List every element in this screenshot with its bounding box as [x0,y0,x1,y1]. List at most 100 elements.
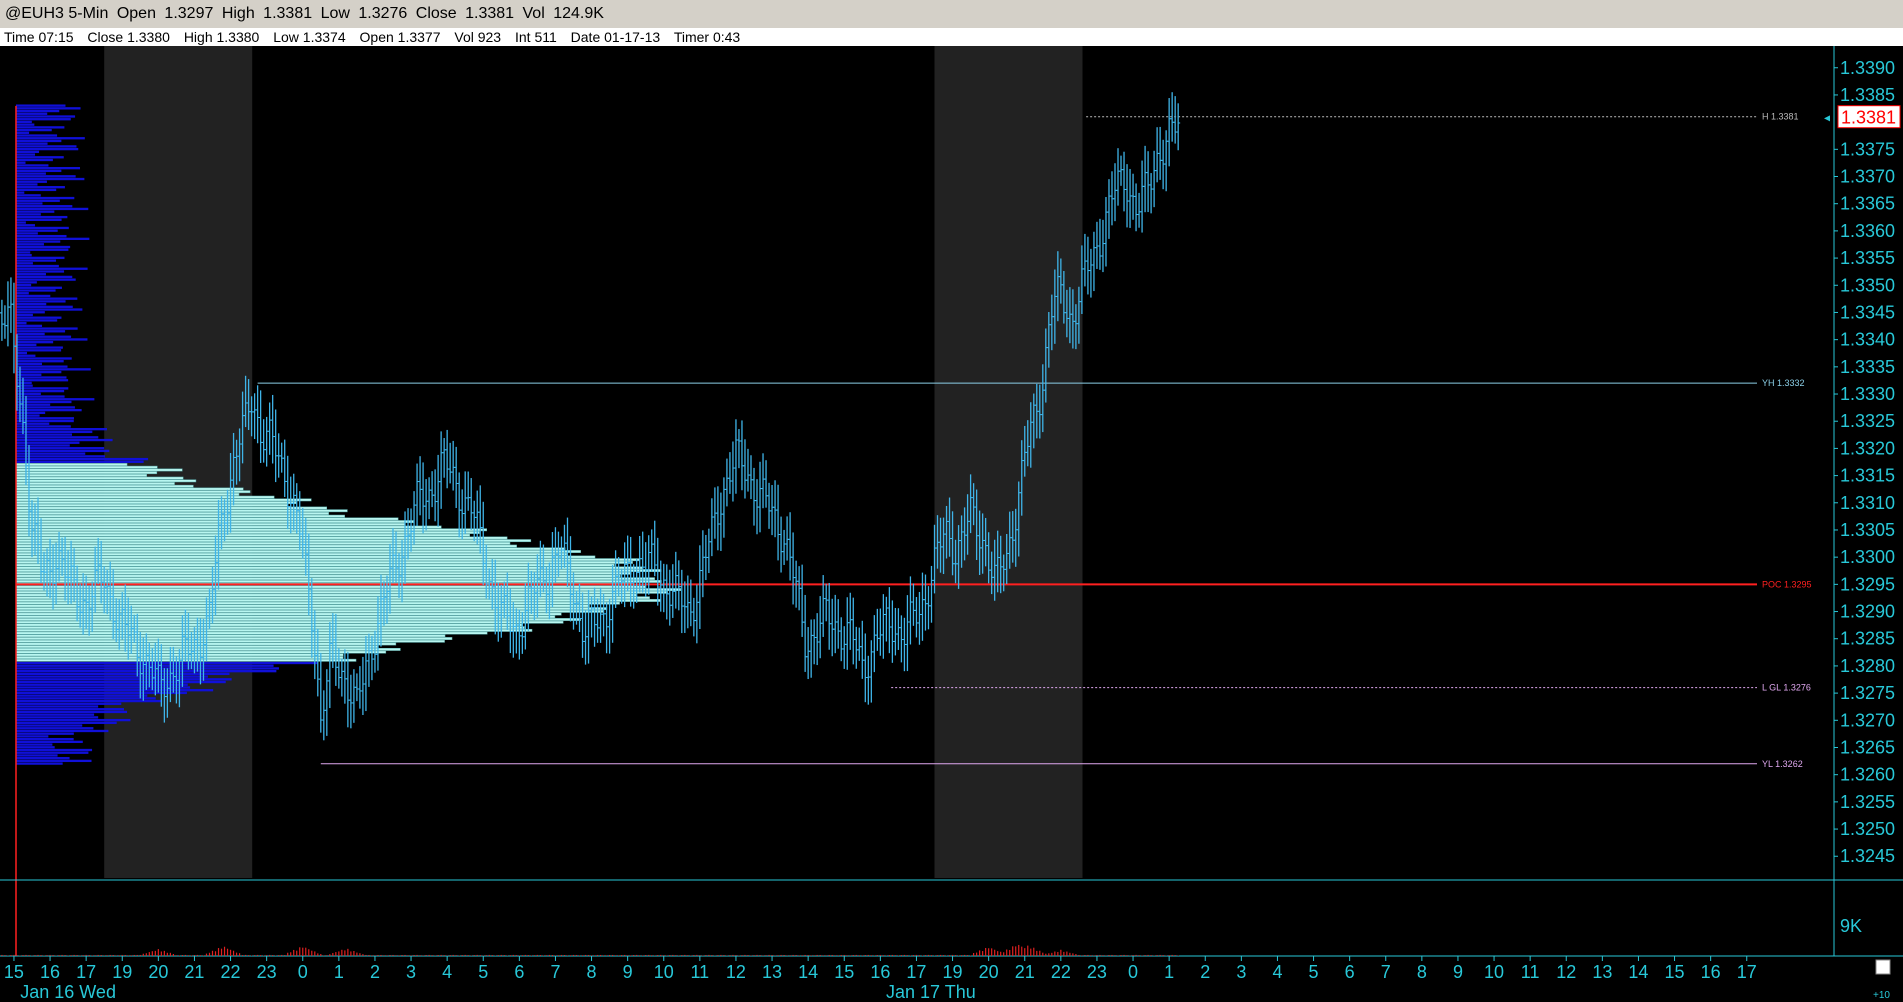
profile-row [16,699,163,703]
time-tick-label: 22 [221,962,241,982]
profile-row [16,430,93,434]
profile-row [15,471,158,475]
profile-row [16,746,55,749]
profile-row [16,729,109,733]
profile-row [16,368,91,371]
profile-row [16,237,90,241]
profile-row [16,183,38,186]
profile-row [16,128,52,132]
profile-row [16,207,89,211]
profile-row [15,588,682,592]
session-shade-1 [934,46,1083,878]
price-tick-label: 1.3320 [1840,438,1895,458]
profile-row [15,577,655,581]
profile-row [16,716,99,719]
time-tick-label: 11 [691,962,710,982]
profile-row [16,370,62,374]
time-tick-label: 17 [906,962,926,982]
volume-axis-label: 9K [1840,916,1862,936]
time-tick-label: 3 [406,962,416,982]
close-value: 1.3381 [465,5,515,22]
time-tick-label: 5 [1309,962,1319,982]
profile-row [16,710,128,714]
time-tick-label: 1 [334,962,344,982]
profile-row [16,283,32,287]
price-tick-label: 1.3280 [1840,656,1895,676]
time-tick-label: 11 [1521,962,1540,982]
profile-row [16,107,81,110]
time-tick-label: 2 [1200,962,1210,982]
time-tick-label: 19 [112,962,132,982]
profile-row [16,406,75,409]
info-low: Low 1.3374 [273,29,346,45]
profile-row [15,465,158,469]
time-tick-label: 7 [550,962,560,982]
time-tick-label: 8 [1417,962,1427,982]
profile-row [16,164,49,167]
profile-row [16,158,53,162]
price-tick-label: 1.3390 [1840,58,1895,78]
time-tick-label: 3 [1236,962,1246,982]
price-tick-label: 1.3360 [1840,221,1895,241]
profile-row [16,224,35,227]
profile-row [16,248,69,251]
date-label-jan16: Jan 16 Wed [20,982,116,1002]
time-tick-label: 6 [514,962,524,982]
poc-line-label: POC 1.3295 [1762,579,1812,589]
time-tick-label: 10 [1484,962,1504,982]
profile-row [16,672,230,676]
profile-row [16,422,50,425]
profile-row [16,147,79,151]
price-tick-label: 1.3325 [1840,411,1895,431]
info-int: Int 511 [514,29,557,45]
profile-row [16,137,85,140]
profile-row [16,305,73,308]
profile-row [15,476,184,480]
profile-row [16,109,60,113]
profile-row [15,539,532,543]
profile-row [15,479,197,483]
profile-row [15,593,637,597]
profile-row [16,338,88,341]
time-tick-label: 20 [979,962,999,982]
profile-row [16,346,63,349]
profile-row [15,631,488,635]
profile-row [16,264,59,268]
profile-row [16,398,95,401]
profile-row [15,501,297,504]
profile-row [16,256,65,260]
price-tick-label: 1.3265 [1840,737,1895,757]
profile-row [15,618,581,621]
price-tick-label: 1.3260 [1840,765,1895,785]
profile-row [16,428,108,431]
info-date: Date 01-17-13 [570,29,661,45]
profile-row [16,349,62,352]
yesterday-high-line-label: YH 1.3332 [1762,378,1805,388]
time-tick-label: 8 [587,962,597,982]
profile-row [16,751,89,754]
time-tick-label: 12 [726,962,746,982]
profile-row [16,754,58,757]
time-tick-label: 13 [762,962,782,982]
price-tick-label: 1.3330 [1840,384,1895,404]
price-tick-label: 1.3250 [1840,819,1895,839]
price-chart[interactable]: H 1.3381 YH 1.3332 POC 1.3295 L GL 1.3276 YL… [0,46,1903,1002]
profile-row [16,433,72,436]
info-close: Close 1.3380 [87,29,170,45]
scroll-corner-icon [1875,959,1891,975]
session-high-line-label: H 1.3381 [1762,112,1799,122]
profile-row [16,126,65,129]
profile-row [16,735,49,738]
profile-row [16,234,67,238]
price-tick-label: 1.3345 [1840,302,1895,322]
close-label: Close [415,5,457,22]
profile-row [16,300,66,303]
profile-row [16,273,46,276]
profile-row [16,341,54,344]
profile-row [16,417,74,420]
time-tick-label: 22 [1051,962,1071,982]
profile-row [15,503,288,507]
profile-row [15,473,147,477]
time-tick-label: 14 [798,962,818,982]
time-tick-label: 15 [834,962,854,982]
